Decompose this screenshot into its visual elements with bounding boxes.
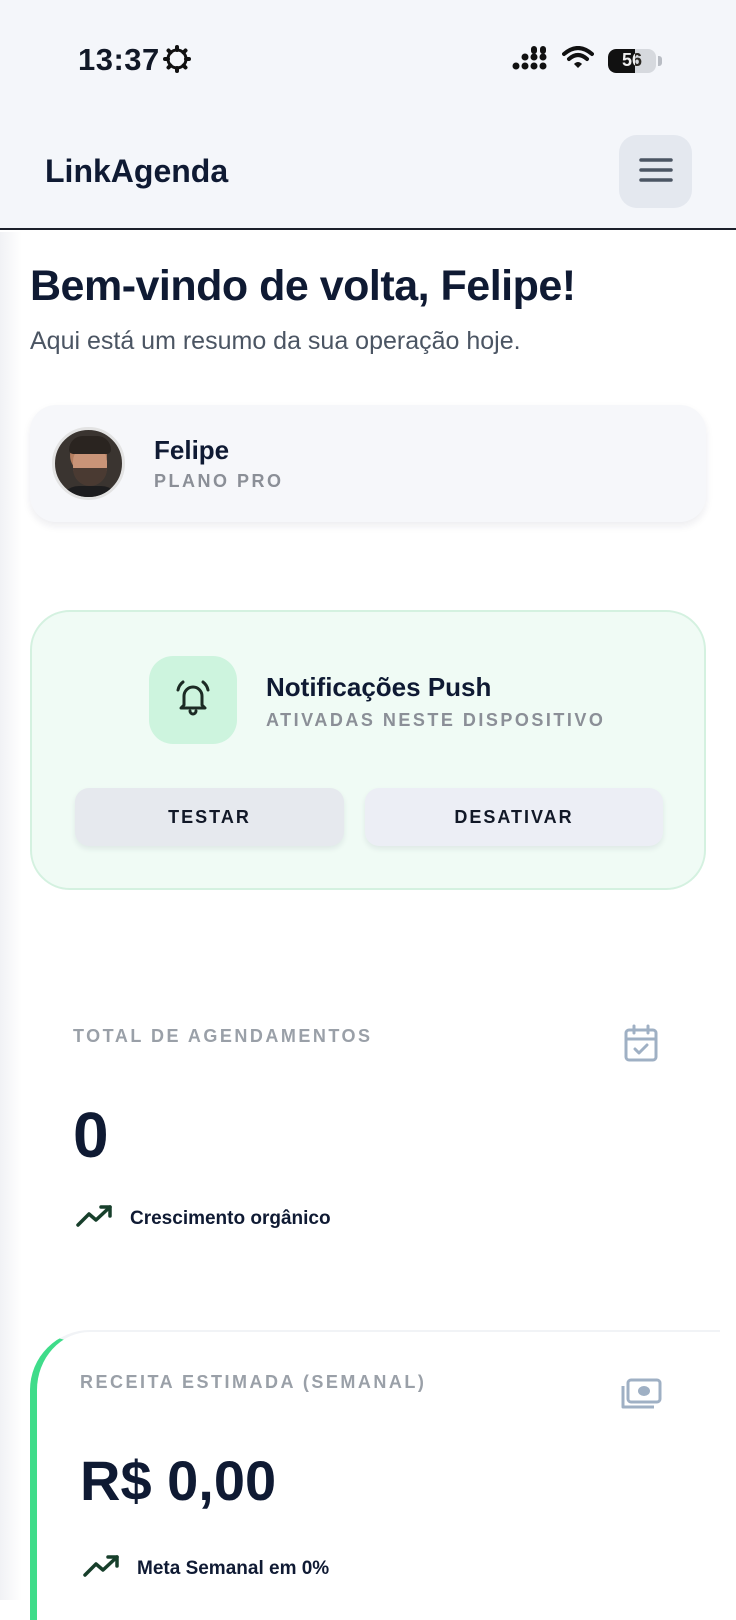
profile-plan: PLANO PRO xyxy=(154,471,284,491)
revenue-value: R$ 0,00 xyxy=(80,1449,277,1512)
menu-icon xyxy=(638,157,673,186)
appointments-label: TOTAL DE AGENDAMENTOS xyxy=(73,1026,373,1046)
appointments-footnote-text: Crescimento orgânico xyxy=(130,1208,331,1229)
deactivate-button[interactable]: DESATIVAR xyxy=(365,788,663,846)
status-bar: 13:37 56 xyxy=(0,0,736,110)
test-button[interactable]: TESTAR xyxy=(75,788,344,846)
status-icons: 56 xyxy=(512,46,662,75)
status-time: 13:37 xyxy=(78,42,160,77)
page-subtitle: Aqui está um resumo da sua operação hoje… xyxy=(30,327,521,355)
signal-icon xyxy=(512,46,548,75)
push-status: ATIVADAS NESTE DISPOSITIVO xyxy=(266,710,606,730)
push-title: Notificações Push xyxy=(266,672,492,702)
page-title: Bem-vindo de volta, Felipe! xyxy=(30,262,576,310)
appointments-footnote: Crescimento orgânico xyxy=(76,1204,331,1234)
bell-icon-container xyxy=(149,656,237,744)
revenue-card: RECEITA ESTIMADA (SEMANAL) R$ 0,00 Meta … xyxy=(30,1330,720,1620)
menu-button[interactable] xyxy=(619,135,692,208)
profile-name: Felipe xyxy=(154,435,230,465)
push-notifications-card: Notificações Push ATIVADAS NESTE DISPOSI… xyxy=(30,610,706,890)
wifi-icon xyxy=(562,46,594,75)
revenue-footnote-text: Meta Semanal em 0% xyxy=(137,1558,330,1579)
trending-up-icon xyxy=(76,1204,114,1234)
money-icon xyxy=(620,1378,662,1415)
battery-icon: 56 xyxy=(608,48,656,73)
app-header: LinkAgenda xyxy=(0,110,736,230)
revenue-label: RECEITA ESTIMADA (SEMANAL) xyxy=(80,1372,427,1392)
profile-card[interactable]: Felipe PLANO PRO xyxy=(30,405,706,522)
bell-icon xyxy=(173,678,213,723)
side-edge xyxy=(0,232,22,1600)
appointments-value: 0 xyxy=(73,1099,109,1171)
brand-logo[interactable]: LinkAgenda xyxy=(45,153,228,190)
battery-level: 56 xyxy=(621,49,643,70)
avatar xyxy=(52,427,125,500)
calendar-check-icon xyxy=(623,1023,659,1068)
revenue-footnote: Meta Semanal em 0% xyxy=(83,1554,329,1584)
trending-up-icon xyxy=(83,1554,121,1584)
gear-icon xyxy=(163,45,191,78)
